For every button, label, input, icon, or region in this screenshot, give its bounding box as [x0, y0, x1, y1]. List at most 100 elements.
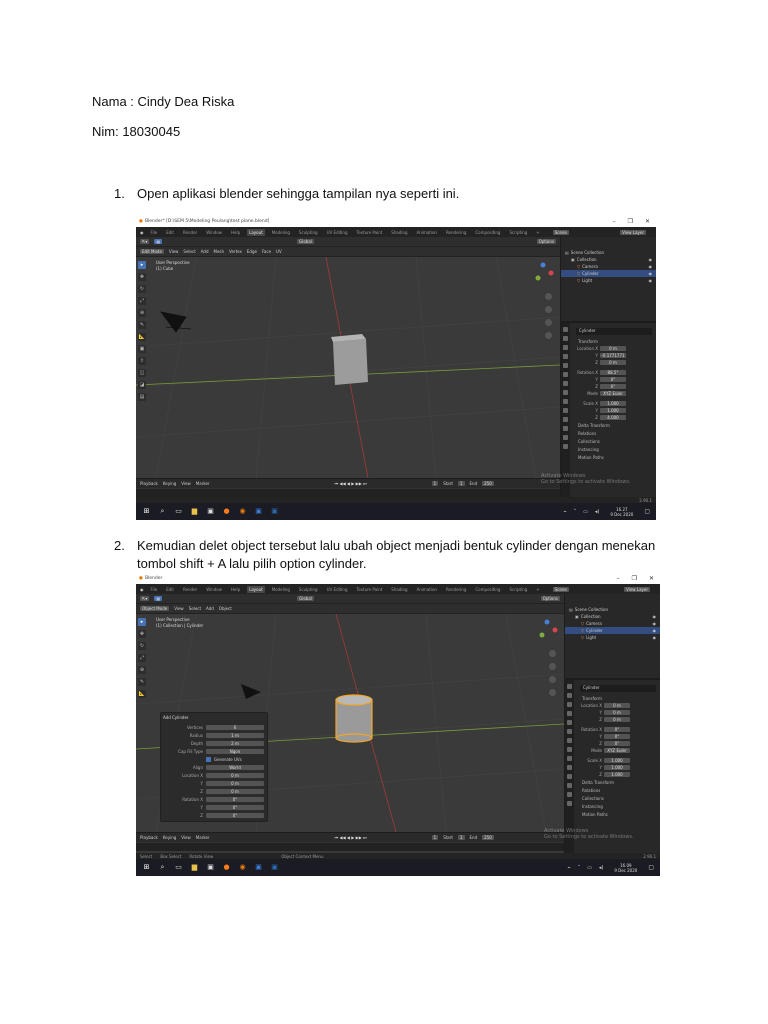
property-tab-icon[interactable] — [563, 408, 568, 413]
close-icon[interactable]: ✕ — [649, 575, 654, 582]
rotate-tool-icon[interactable]: ↻ — [138, 285, 146, 293]
zoom-icon[interactable] — [545, 293, 552, 300]
notification-icon[interactable]: ▢ — [644, 508, 656, 515]
property-tab-icon[interactable] — [567, 702, 572, 707]
rotation-mode-dropdown[interactable]: XYZ Euler — [604, 748, 630, 753]
menu-render[interactable]: Render — [181, 229, 199, 236]
prop-value[interactable]: 4.000 — [600, 415, 626, 420]
pan-icon[interactable] — [545, 306, 552, 313]
section-delta-transform[interactable]: Delta Transform — [576, 778, 660, 786]
blender-menu-icon[interactable]: ◉ — [140, 587, 144, 592]
visibility-eye-icon[interactable]: ◉ — [653, 635, 657, 640]
property-tab-icon[interactable] — [567, 684, 572, 689]
start-frame-field[interactable]: 1 — [457, 835, 465, 840]
section-motion-paths[interactable]: Motion Paths — [576, 810, 660, 818]
firefox-icon[interactable]: ● — [222, 863, 231, 872]
current-frame-field[interactable]: 1 — [431, 835, 439, 840]
property-tab-icon[interactable] — [567, 747, 572, 752]
outliner-item-scene-collection[interactable]: ▤ Scene Collection — [561, 249, 656, 256]
annotate-tool-icon[interactable]: ✎ — [138, 321, 146, 329]
blender-menu-icon[interactable]: ◉ — [140, 230, 144, 235]
outliner-item-scene-collection[interactable]: ▤ Scene Collection — [565, 606, 660, 613]
outliner-item-light[interactable]: ▽ Light ◉ — [565, 634, 660, 641]
start-icon[interactable]: ⊞ — [142, 863, 151, 872]
property-tab-icon[interactable] — [567, 801, 572, 806]
3d-viewport[interactable]: ▸ ✥ ↻ ⤢ ⊕ ✎ 📐 ▣ ⇧ ◫ ◪ ▤ User Perspective (1) Cube — [136, 257, 560, 478]
op-value-field[interactable]: World — [206, 764, 264, 770]
orientation-dropdown[interactable]: Global — [297, 596, 314, 601]
3d-viewport[interactable]: ▸ ✥ ↻ ⤢ ⊕ ✎ 📐 User Perspective (1) Collection |… — [136, 614, 564, 832]
tab-+[interactable]: + — [534, 586, 541, 593]
battery-icon[interactable]: ▭ — [587, 865, 592, 871]
prop-value[interactable]: 88.5° — [600, 370, 626, 375]
menu-render[interactable]: Render — [181, 586, 199, 593]
timeline-menu-marker[interactable]: Marker — [196, 835, 210, 840]
menu-window[interactable]: Window — [204, 229, 224, 236]
current-frame-field[interactable]: 1 — [431, 481, 439, 486]
extrude-tool-icon[interactable]: ⇧ — [138, 357, 146, 365]
property-tab-icon[interactable] — [563, 399, 568, 404]
property-tab-icon[interactable] — [567, 792, 572, 797]
scene-selector[interactable]: Scene — [552, 586, 569, 592]
tab-sculpting[interactable]: Sculpting — [297, 586, 320, 593]
prop-value[interactable]: 0° — [600, 384, 626, 389]
property-tab-icon[interactable] — [563, 327, 568, 332]
notification-icon[interactable]: ▢ — [648, 864, 660, 871]
op-value-field[interactable]: Ngon — [206, 748, 264, 754]
op-value-field[interactable]: 0° — [206, 796, 264, 802]
prop-value[interactable]: 0 m — [600, 360, 626, 365]
prop-value[interactable]: 1.000 — [604, 765, 630, 770]
panel-title[interactable]: Add Cylinder — [163, 715, 265, 723]
tab-scripting[interactable]: Scripting — [507, 229, 529, 236]
viewport-menu-face[interactable]: Face — [262, 249, 271, 254]
cursor-tool-icon[interactable]: ▸ — [138, 618, 146, 626]
scale-tool-icon[interactable]: ⤢ — [138, 654, 146, 662]
transform-section[interactable]: Transform — [576, 694, 660, 702]
timeline-scrubber[interactable] — [136, 842, 564, 851]
tab-scripting[interactable]: Scripting — [507, 586, 529, 593]
property-tab-icon[interactable] — [567, 720, 572, 725]
op-value-field[interactable]: 0 m — [206, 772, 264, 778]
network-icon[interactable]: ⌁ — [564, 509, 567, 515]
tab-layout[interactable]: Layout — [247, 228, 265, 236]
scene-selector[interactable]: Scene — [552, 229, 569, 235]
property-tab-icon[interactable] — [563, 417, 568, 422]
playback-controls[interactable]: ⏮ ◀◀ ◀ ▶ ▶▶ ⏭ — [335, 835, 367, 840]
op-value-field[interactable]: 0 m — [206, 788, 264, 794]
section-relations[interactable]: Relations — [576, 786, 660, 794]
property-tab-icon[interactable] — [563, 435, 568, 440]
mode-dropdown[interactable]: Object Mode — [140, 606, 170, 611]
viewport-menu-add[interactable]: Add — [201, 249, 209, 254]
property-tab-icon[interactable] — [567, 774, 572, 779]
perspective-icon[interactable] — [545, 332, 552, 339]
options-dropdown[interactable]: Options — [540, 596, 560, 601]
blender-taskbar-icon[interactable]: ◉ — [238, 863, 247, 872]
pan-icon[interactable] — [549, 663, 556, 670]
menu-edit[interactable]: Edit — [164, 229, 176, 236]
viewport-menu-select[interactable]: Select — [183, 249, 195, 254]
measure-tool-icon[interactable]: 📐 — [138, 690, 146, 698]
cursor-tool-icon[interactable]: ▸ — [138, 261, 146, 269]
minimize-icon[interactable]: – — [613, 218, 616, 225]
chevron-up-icon[interactable]: ˄ — [578, 865, 581, 871]
blender-taskbar-icon[interactable]: ◉ — [238, 507, 247, 516]
tab-modeling[interactable]: Modeling — [270, 586, 292, 593]
add-cube-tool-icon[interactable]: ▣ — [138, 345, 146, 353]
visibility-eye-icon[interactable]: ◉ — [649, 264, 653, 269]
inset-tool-icon[interactable]: ◫ — [138, 369, 146, 377]
prop-value[interactable]: 0 m — [604, 703, 630, 708]
property-tab-icon[interactable] — [567, 693, 572, 698]
viewport-menu-select[interactable]: Select — [189, 606, 201, 611]
annotate-tool-icon[interactable]: ✎ — [138, 678, 146, 686]
property-tab-icon[interactable] — [563, 390, 568, 395]
mode-dropdown[interactable]: Edit Mode — [140, 249, 164, 254]
property-tab-icon[interactable] — [563, 426, 568, 431]
transform-tool-icon[interactable]: ⊕ — [138, 666, 146, 674]
visibility-eye-icon[interactable]: ◉ — [649, 257, 653, 262]
firefox-icon[interactable]: ● — [222, 507, 231, 516]
search-icon[interactable]: ⌕ — [158, 863, 167, 872]
tab-animation[interactable]: Animation — [415, 586, 439, 593]
prop-value[interactable]: -0.1771771 — [600, 353, 626, 358]
prop-value[interactable]: 1.000 — [600, 408, 626, 413]
store-icon[interactable]: ▣ — [206, 507, 215, 516]
